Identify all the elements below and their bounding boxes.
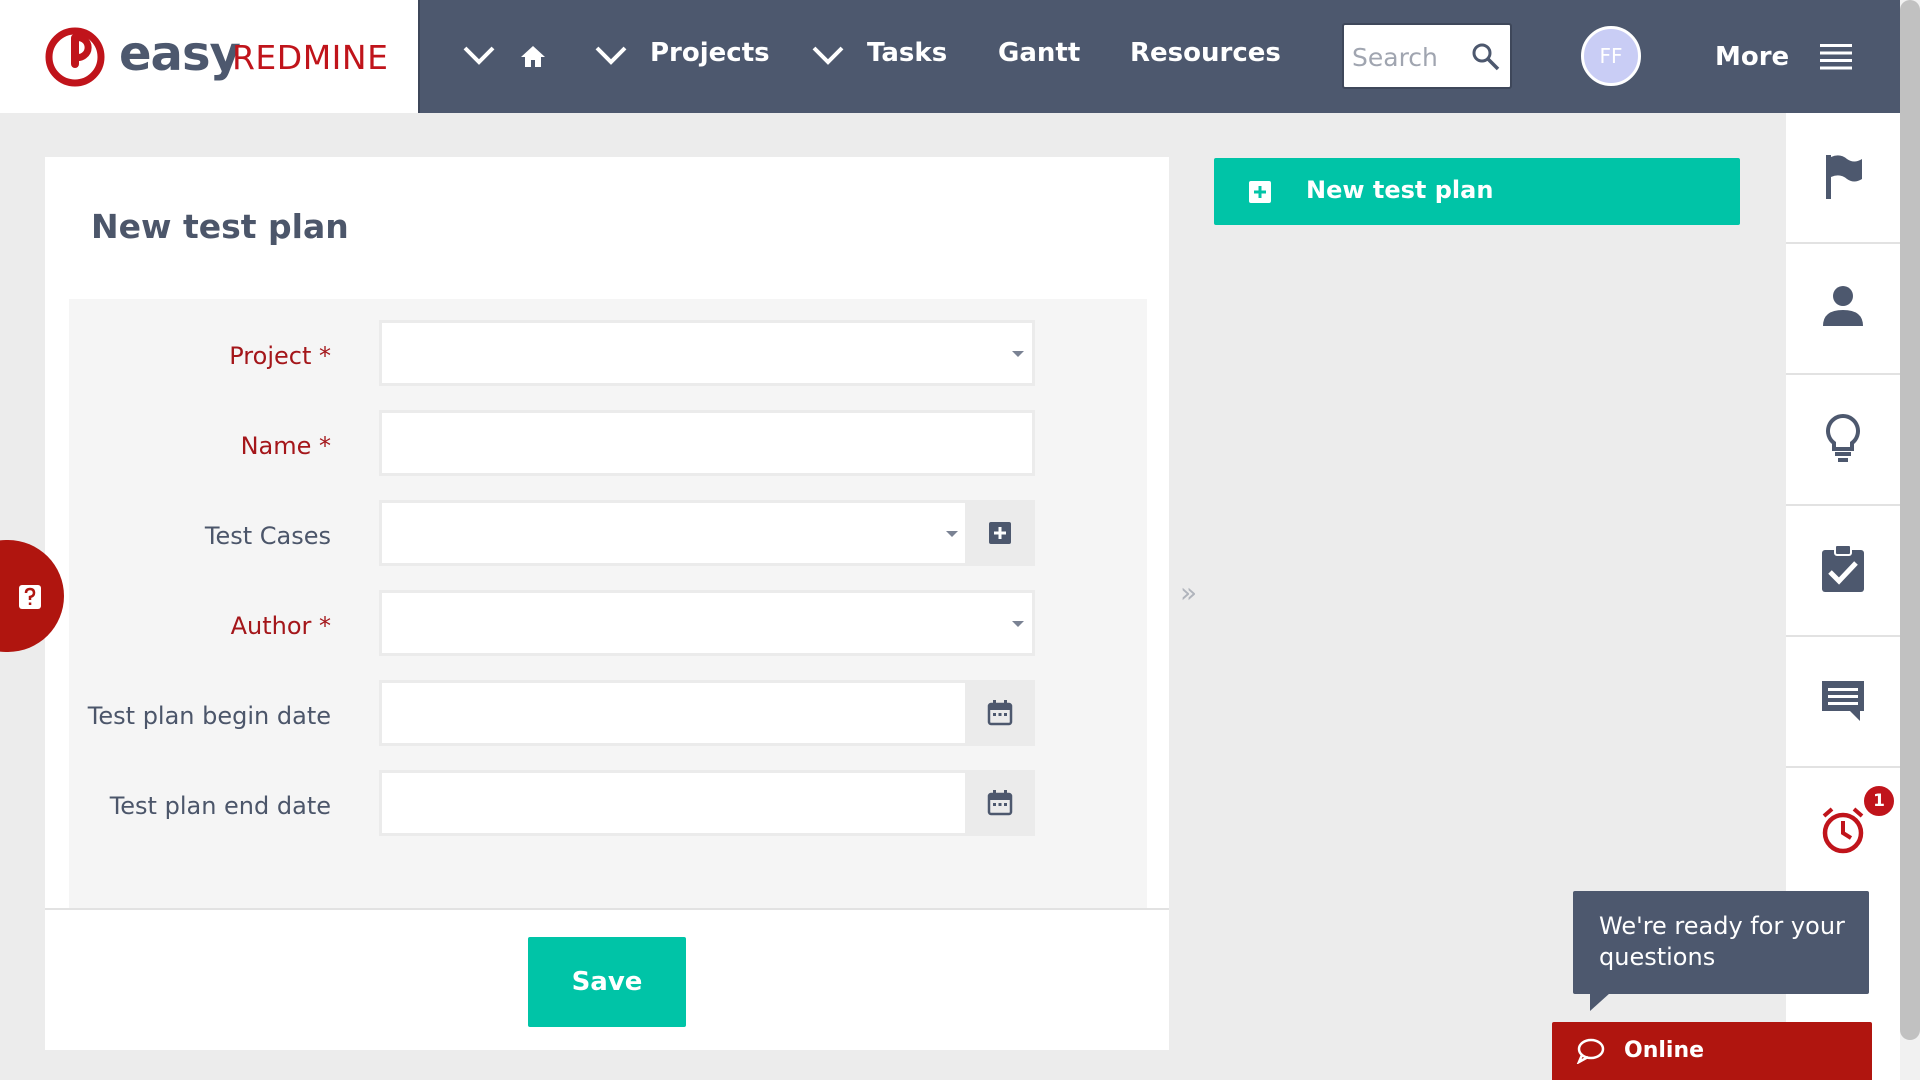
speech-bubble-icon [1576,1038,1605,1064]
search-input[interactable] [1352,37,1462,77]
rail-item-user[interactable] [1786,244,1900,375]
author-label: Author * [230,612,331,640]
plus-square-icon [989,522,1011,544]
logo[interactable]: easy REDMINE [0,0,420,113]
person-icon [1823,286,1863,326]
chat-invite-text: We're ready for your questions [1599,912,1845,971]
nav-gantt[interactable]: Gantt [998,38,1080,68]
chat-icon [1822,681,1864,721]
dropdown-caret-icon [1012,621,1024,627]
dropdown-caret-icon [946,531,958,537]
nav-projects[interactable]: Projects [650,38,770,68]
help-icon [19,585,41,609]
save-button[interactable]: Save [528,937,686,1027]
top-navigation-bar: easy REDMINE Projects Tasks Gantt Resour… [0,0,1900,113]
form-footer-divider [45,908,1169,910]
add-test-case-button[interactable] [965,500,1035,566]
hamburger-icon[interactable] [1820,44,1852,70]
clipboard-check-icon [1822,544,1864,592]
name-label: Name * [240,432,331,460]
search-box[interactable] [1342,23,1512,89]
chat-online-bar[interactable]: Online [1552,1022,1872,1080]
avatar[interactable]: FF [1581,26,1641,86]
rail-item-tasks[interactable] [1786,506,1900,637]
chat-invite-bubble[interactable]: We're ready for your questions [1573,891,1869,994]
logo-text-easy: easy [119,26,241,82]
dropdown-caret-icon [1012,351,1024,357]
new-test-plan-button[interactable]: New test plan [1214,158,1740,225]
flag-icon [1826,155,1862,199]
project-select[interactable] [379,320,1035,386]
nav-resources[interactable]: Resources [1130,38,1281,68]
plus-square-icon [1249,181,1271,203]
rail-item-ideas[interactable] [1786,375,1900,506]
end-date-label: Test plan end date [109,792,331,820]
chevron-down-icon[interactable] [811,44,845,66]
test-plan-form: Project * Name * Test Cases Author * Tes… [69,299,1147,908]
page-title: New test plan [91,207,349,246]
begin-date-label: Test plan begin date [87,702,331,730]
easy-redmine-logo-icon [45,27,105,87]
author-select[interactable] [379,590,1035,656]
name-field[interactable] [379,410,1035,476]
project-label: Project * [229,342,331,370]
end-date-field[interactable] [379,770,969,836]
calendar-icon [987,790,1013,816]
logo-text-redmine: REDMINE [232,38,389,77]
begin-date-picker-button[interactable] [965,680,1035,746]
new-test-plan-card: New test plan Project * Name * Test Case… [45,157,1169,1050]
scrollbar-thumb[interactable] [1900,0,1920,1040]
chevron-down-icon[interactable] [594,44,628,66]
chat-status-label: Online [1624,1038,1705,1063]
search-icon[interactable] [1470,41,1502,73]
rail-item-flag[interactable] [1786,113,1900,244]
nav-tasks[interactable]: Tasks [867,38,947,68]
calendar-icon [987,700,1013,726]
begin-date-field[interactable] [379,680,969,746]
notification-badge: 1 [1862,784,1896,818]
test-cases-select[interactable] [379,500,969,566]
sidebar-collapse-toggle[interactable]: » [1180,576,1197,609]
chat-bubble-tail [1590,993,1610,1011]
lightbulb-icon [1826,413,1860,462]
new-test-plan-label: New test plan [1306,176,1494,204]
test-cases-label: Test Cases [204,522,331,550]
rail-item-messages[interactable] [1786,637,1900,768]
more-menu[interactable]: More [1715,42,1789,72]
alarm-clock-icon [1822,807,1864,854]
chevron-down-icon[interactable] [462,44,496,66]
end-date-picker-button[interactable] [965,770,1035,836]
home-icon[interactable] [520,44,546,68]
